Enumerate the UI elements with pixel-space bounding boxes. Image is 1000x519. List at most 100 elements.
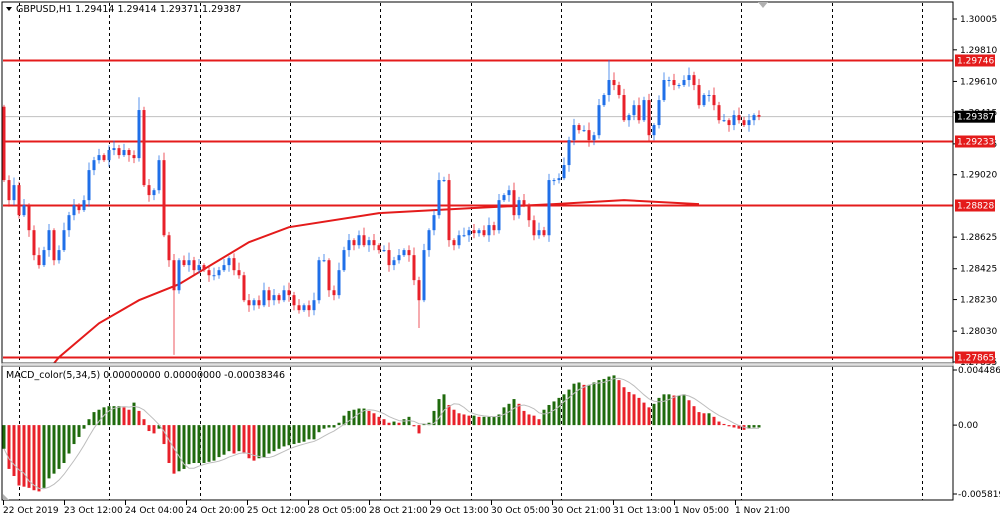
candle-body	[647, 100, 651, 136]
price-tick-label: 1.28230	[960, 296, 997, 306]
candle	[2, 104, 6, 182]
macd-bar	[237, 425, 241, 452]
macd-bar	[652, 403, 656, 426]
price-tick-label: 1.29020	[960, 171, 997, 181]
time-tick-label: 22 Oct 2019	[3, 506, 59, 516]
candle-body	[357, 235, 361, 246]
candle-body	[687, 75, 691, 81]
candle-body	[527, 205, 531, 221]
macd-bar	[92, 412, 96, 426]
candle-body	[37, 255, 41, 266]
macd-bar	[447, 404, 451, 426]
candle-body	[752, 115, 756, 121]
macd-bar	[42, 425, 46, 488]
macd-bar	[117, 406, 121, 426]
candle-body	[352, 240, 356, 246]
macd-bar	[417, 425, 421, 434]
window-splitter[interactable]	[1, 362, 954, 367]
macd-bar	[232, 425, 236, 454]
macd-bar	[467, 415, 471, 426]
candle-body	[337, 270, 341, 296]
macd-bar	[87, 419, 91, 426]
level-price-label: 1.29233	[957, 138, 994, 148]
macd-bar	[47, 425, 51, 479]
macd-bar	[372, 413, 376, 426]
candle-body	[232, 258, 236, 271]
candle-body	[377, 245, 381, 251]
candle-body	[597, 105, 601, 136]
macd-bar	[12, 425, 16, 477]
candle-body	[457, 235, 461, 246]
candle-body	[607, 80, 611, 96]
macd-bar	[337, 422, 341, 426]
candle-body	[387, 250, 391, 266]
macd-bar	[7, 425, 11, 469]
time-tick-label: 24 Oct 20:00	[186, 506, 245, 516]
macd-bar	[332, 425, 336, 428]
macd-bar	[572, 383, 576, 426]
macd-tick-label: 0.00	[958, 421, 978, 431]
macd-bar	[67, 425, 71, 454]
macd-bar	[187, 425, 191, 465]
candle-body	[717, 105, 721, 121]
candle-body	[137, 110, 141, 159]
candle-body	[462, 235, 466, 237]
candle-body	[237, 270, 241, 276]
candle-body	[12, 185, 16, 201]
candle-body	[622, 95, 626, 121]
price-tick-label: 1.28425	[960, 265, 997, 275]
candle-body	[652, 125, 656, 136]
macd-bar	[227, 425, 231, 452]
candle	[642, 96, 646, 123]
macd-bar	[557, 397, 561, 426]
macd-bar	[732, 425, 736, 428]
macd-bar	[607, 376, 611, 426]
macd-bar	[547, 404, 551, 426]
macd-bar	[512, 399, 516, 426]
macd-bar	[717, 421, 721, 426]
macd-bar	[472, 415, 476, 426]
candle-body	[287, 290, 291, 296]
macd-bar	[282, 425, 286, 447]
candle-body	[197, 265, 201, 271]
macd-bar	[212, 425, 216, 461]
macd-bar	[217, 425, 221, 458]
candle-body	[192, 260, 196, 271]
price-tick-label: 1.29810	[960, 46, 997, 56]
candle-body	[577, 125, 581, 131]
candle	[17, 181, 21, 219]
macd-bar	[312, 425, 316, 440]
candle-body	[727, 120, 731, 126]
candle-body	[702, 95, 706, 106]
candle-body	[72, 205, 76, 216]
candle-body	[317, 260, 321, 301]
macd-bar	[412, 425, 416, 427]
candle-body	[47, 230, 51, 251]
macd-bar	[242, 425, 246, 454]
candle-body	[682, 80, 686, 86]
time-tick-label: 29 Oct 13:00	[430, 506, 489, 516]
candle-body	[392, 260, 396, 266]
candle-body	[82, 200, 86, 211]
candle-body	[42, 250, 46, 266]
candle-body	[302, 305, 306, 311]
macd-bar	[62, 425, 66, 463]
candle-body	[477, 230, 481, 234]
candle	[702, 93, 706, 108]
price-chart[interactable]: 1.300051.298101.296101.294151.292151.290…	[0, 0, 1000, 519]
candle-body	[537, 230, 541, 236]
candle-body	[627, 115, 631, 121]
candle-body	[142, 110, 146, 186]
candle-body	[492, 225, 496, 231]
macd-bar	[492, 416, 496, 426]
candle-body	[582, 130, 586, 132]
level-price-label: 1.27865	[957, 354, 994, 364]
macd-tick-label: 0.0044868	[958, 366, 1000, 376]
candle	[317, 256, 321, 304]
macd-bar	[552, 401, 556, 426]
candle-body	[307, 305, 311, 311]
candle-body	[547, 180, 551, 236]
candle-body	[407, 250, 411, 256]
macd-bar	[82, 425, 86, 429]
candle-body	[732, 115, 736, 126]
